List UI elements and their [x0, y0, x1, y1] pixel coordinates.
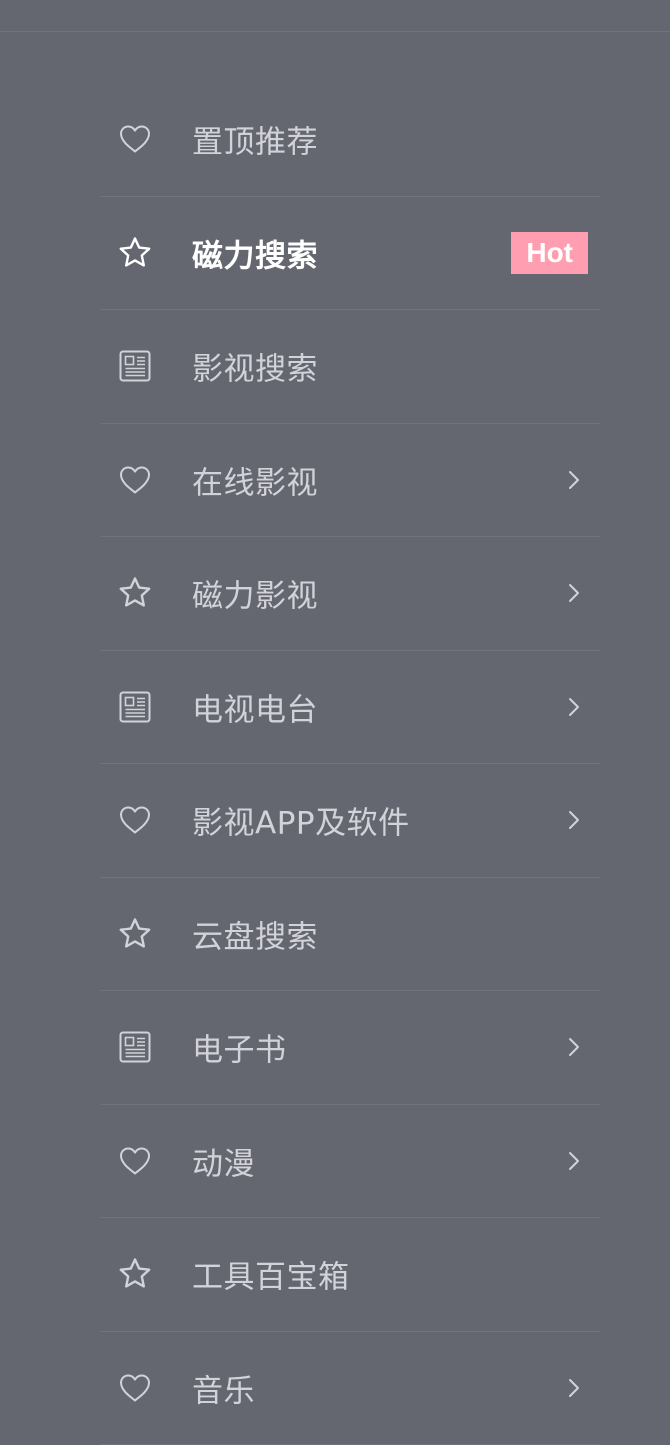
menu-item-label: 动漫 [192, 1138, 255, 1183]
menu-item-电视电台[interactable]: 电视电台 [100, 651, 600, 765]
chevron-right-icon[interactable] [566, 1035, 582, 1059]
menu-item-label: 云盘搜索 [192, 911, 318, 956]
chevron-right-icon[interactable] [566, 1149, 582, 1173]
heart-icon [117, 121, 153, 157]
menu-item-云盘搜索[interactable]: 云盘搜索 [100, 878, 600, 992]
chevron-right-icon[interactable] [566, 581, 582, 605]
heart-icon [117, 802, 153, 838]
hot-badge: Hot [511, 232, 588, 274]
star-icon [117, 916, 153, 952]
menu-item-工具百宝箱[interactable]: 工具百宝箱 [100, 1218, 600, 1332]
menu-item-在线影视[interactable]: 在线影视 [100, 424, 600, 538]
menu-item-动漫[interactable]: 动漫 [100, 1105, 600, 1219]
star-icon [117, 575, 153, 611]
chevron-right-icon[interactable] [566, 468, 582, 492]
chevron-right-icon[interactable] [566, 1376, 582, 1400]
heart-icon [117, 1143, 153, 1179]
menu-item-label: 影视搜索 [192, 344, 318, 389]
heart-icon [117, 1370, 153, 1406]
menu-item-影视app及软件[interactable]: 影视APP及软件 [100, 764, 600, 878]
menu-item-label: 电视电台 [192, 684, 318, 729]
menu-item-label: 影视APP及软件 [192, 798, 410, 843]
menu-item-磁力影视[interactable]: 磁力影视 [100, 537, 600, 651]
top-bar [0, 0, 670, 32]
menu-item-label: 音乐 [192, 1365, 255, 1410]
menu-item-label: 电子书 [192, 1025, 287, 1070]
star-icon [117, 1256, 153, 1292]
menu-item-音乐[interactable]: 音乐 [100, 1332, 600, 1445]
heart-icon [117, 462, 153, 498]
star-icon [117, 235, 153, 271]
menu-item-置顶推荐[interactable]: 置顶推荐 [100, 83, 600, 197]
sidebar-menu: 置顶推荐 磁力搜索 Hot 影视搜索 在线影视 磁力影视 电视电台 影视APP及… [100, 83, 600, 1445]
newspaper-icon [117, 689, 153, 725]
menu-item-label: 工具百宝箱 [192, 1252, 350, 1297]
menu-item-label: 在线影视 [192, 457, 318, 502]
menu-item-电子书[interactable]: 电子书 [100, 991, 600, 1105]
newspaper-icon [117, 1029, 153, 1065]
menu-item-label: 磁力搜索 [192, 230, 318, 275]
newspaper-icon [117, 348, 153, 384]
menu-item-影视搜索[interactable]: 影视搜索 [100, 310, 600, 424]
menu-item-label: 置顶推荐 [192, 117, 318, 162]
menu-item-磁力搜索[interactable]: 磁力搜索 Hot [100, 197, 600, 311]
chevron-right-icon[interactable] [566, 695, 582, 719]
menu-item-label: 磁力影视 [192, 571, 318, 616]
chevron-right-icon[interactable] [566, 808, 582, 832]
